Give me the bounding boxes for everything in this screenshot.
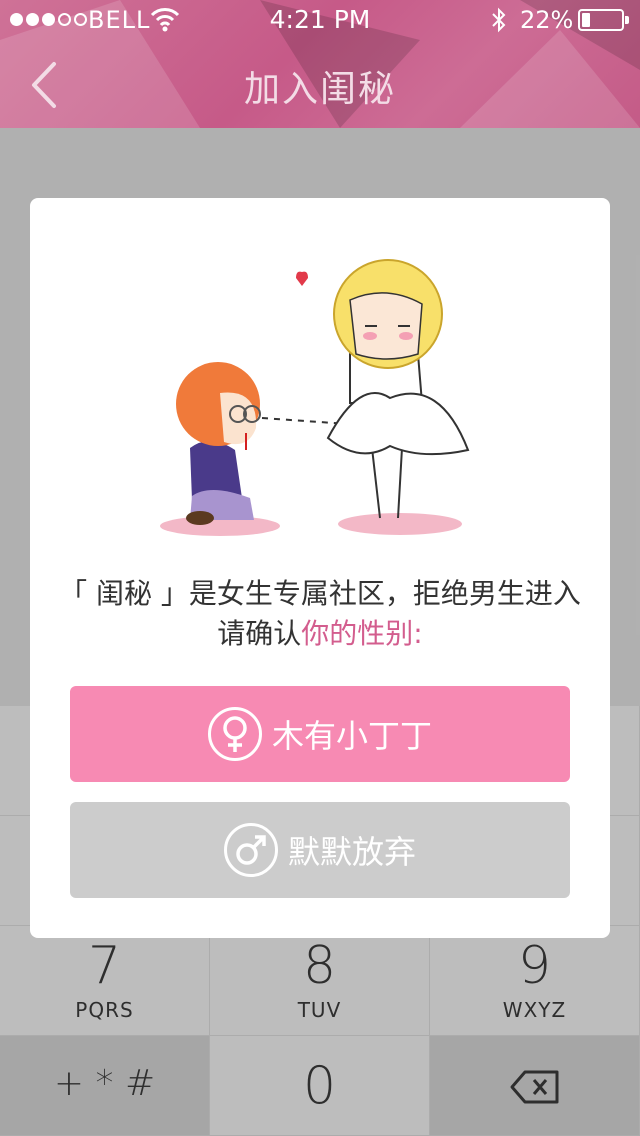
message-line-1: 「 闺秘 」是女生专属社区，拒绝男生进入 bbox=[59, 577, 581, 610]
gender-confirm-dialog: 「 闺秘 」是女生专属社区，拒绝男生进入 请确认你的性别: 木有小丁丁 默默放弃 bbox=[30, 198, 610, 938]
message-prefix: 请确认 bbox=[217, 617, 302, 650]
message-highlight: 你的性别: bbox=[301, 617, 423, 650]
female-button-label: 木有小丁丁 bbox=[271, 717, 432, 755]
male-give-up-button[interactable]: 默默放弃 bbox=[70, 802, 570, 898]
message-line-2: 请确认你的性别: bbox=[30, 614, 610, 654]
app-header: BELL 4:21 PM 22% 加入闺秘 bbox=[0, 0, 640, 128]
female-confirm-button[interactable]: 木有小丁丁 bbox=[70, 686, 570, 782]
cartoon-illustration bbox=[160, 259, 470, 536]
battery-percentage: 22% bbox=[520, 6, 574, 34]
bluetooth-icon bbox=[492, 7, 506, 33]
male-symbol-icon bbox=[223, 823, 278, 877]
battery-icon bbox=[578, 9, 629, 31]
page-title: 加入闺秘 bbox=[243, 69, 396, 110]
battery-fill bbox=[582, 13, 590, 27]
dialog-message: 「 闺秘 」是女生专属社区，拒绝男生进入 请确认你的性别: bbox=[30, 574, 610, 654]
female-symbol-icon bbox=[207, 707, 262, 761]
status-bar: BELL 4:21 PM 22% bbox=[0, 0, 640, 40]
male-button-label: 默默放弃 bbox=[287, 833, 416, 871]
